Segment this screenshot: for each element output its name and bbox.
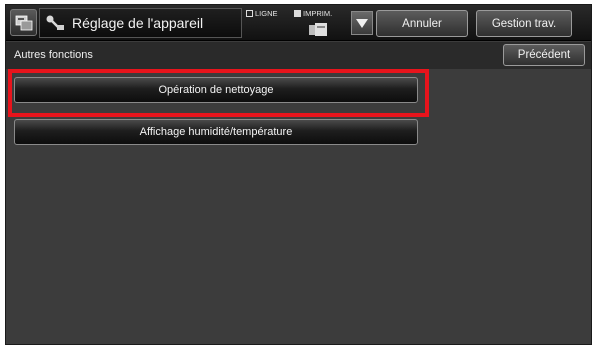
mode-print-label: IMPRIM.: [303, 9, 333, 18]
dropdown-button[interactable]: [351, 11, 373, 35]
screen-title-box: Réglage de l'appareil: [39, 8, 242, 38]
device-screen: Réglage de l'appareil LIGNE IMPRIM. Annu…: [5, 4, 592, 345]
mode-line-label: LIGNE: [255, 9, 278, 18]
mode-print-indicator: IMPRIM.: [294, 9, 332, 18]
mode-switch-button[interactable]: [10, 9, 37, 36]
cancel-button[interactable]: Annuler: [376, 10, 468, 37]
triangle-down-icon: [356, 18, 368, 28]
device-settings-icon: [15, 15, 32, 30]
sub-header: Autres fonctions Précédent: [6, 42, 591, 69]
mode-line-indicator: LIGNE: [246, 9, 278, 18]
job-status-button[interactable]: Gestion trav.: [476, 10, 572, 37]
job-queue-icon: [309, 23, 327, 36]
wrench-device-icon: [46, 15, 64, 30]
page-title: Réglage de l'appareil: [72, 15, 204, 31]
back-button[interactable]: Précédent: [503, 44, 585, 66]
top-bar: Réglage de l'appareil LIGNE IMPRIM. Annu…: [6, 5, 591, 41]
section-title: Autres fonctions: [14, 49, 93, 61]
cleaning-operation-button[interactable]: Opération de nettoyage: [14, 77, 418, 103]
humidity-temperature-button[interactable]: Affichage humidité/température: [14, 119, 418, 145]
line-checkbox-icon: [246, 10, 253, 17]
print-checkbox-icon: [294, 10, 301, 17]
